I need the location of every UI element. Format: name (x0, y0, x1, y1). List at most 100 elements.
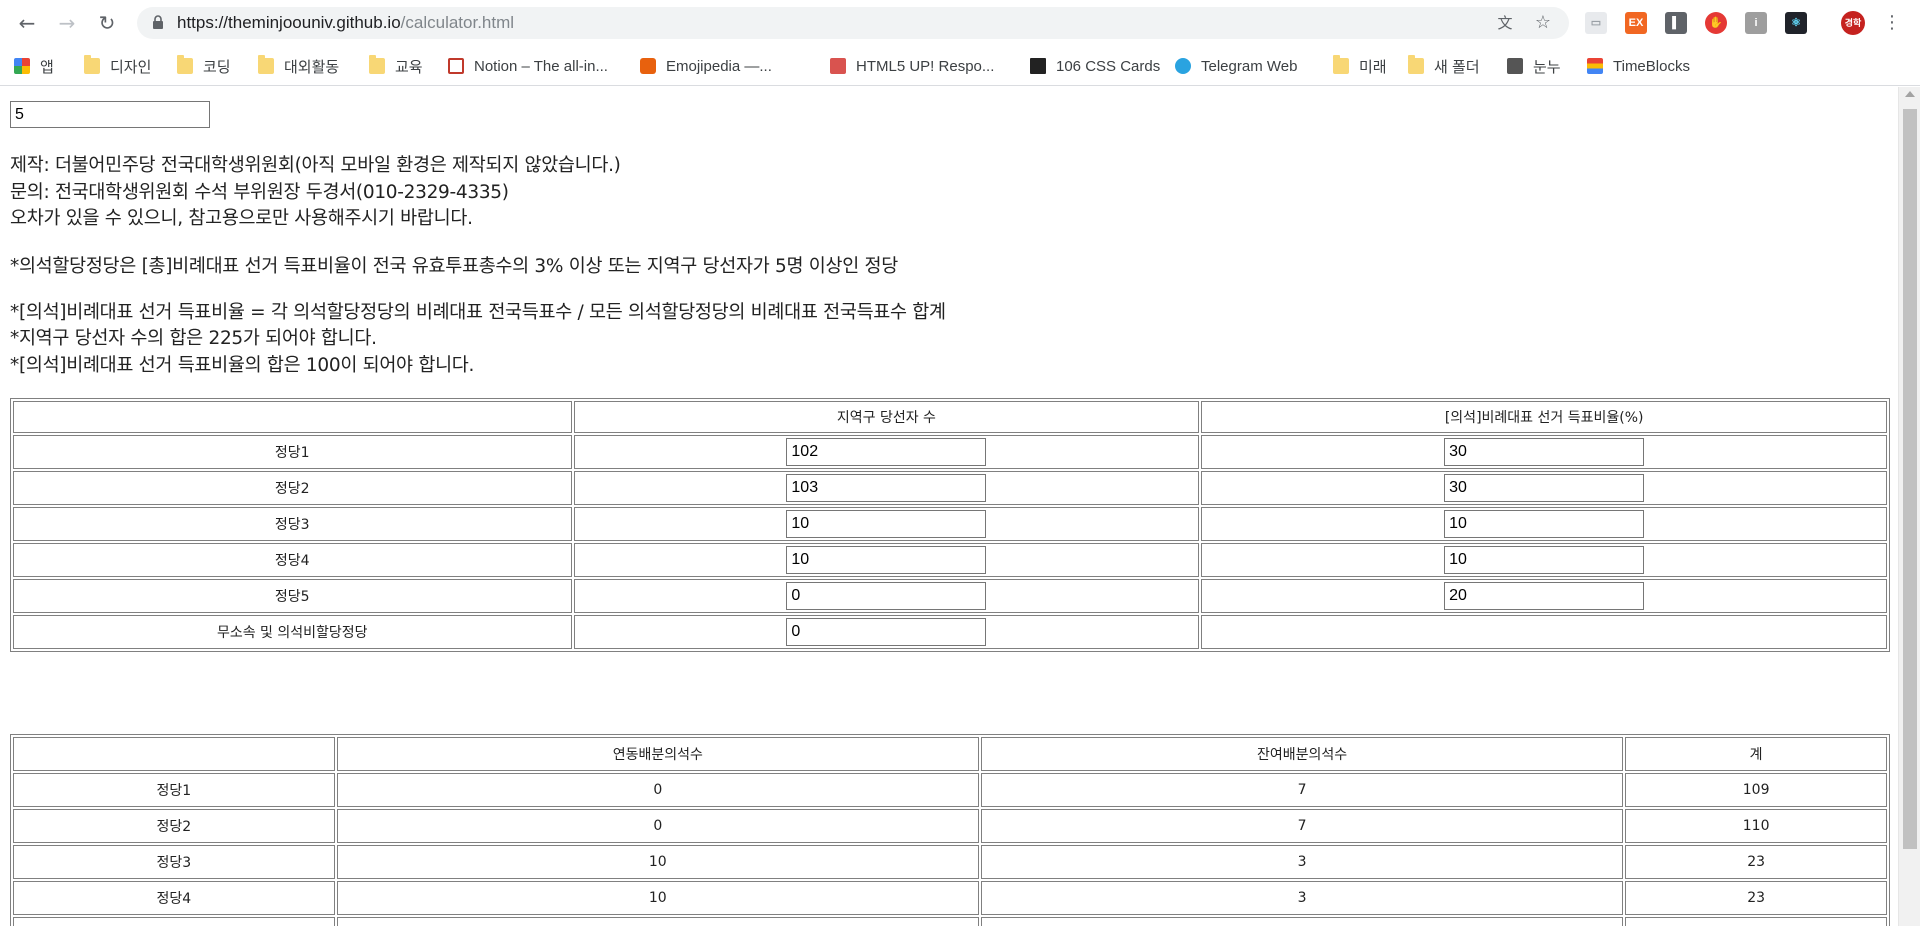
proportional-ratio-cell (1201, 543, 1887, 577)
party-name: 정당3 (13, 845, 335, 879)
bookmark-star-icon[interactable]: ☆ (1531, 11, 1555, 35)
bookmark-label: 코딩 (203, 58, 231, 76)
lock-icon (153, 15, 163, 29)
total-seats: 23 (1625, 881, 1887, 915)
bookmark-item[interactable]: TimeBlocks (1587, 54, 1690, 78)
bookmark-label: Notion – The all-in... (474, 57, 608, 75)
table-header-row: 지역구 당선자 수 [의석]비례대표 선거 득표비율(%) (13, 401, 1887, 433)
ex-extension-icon[interactable]: EX (1625, 12, 1647, 34)
credit-line: 제작: 더불어민주당 전국대학생위원회(아직 모바일 환경은 제작되지 않았습니… (10, 155, 621, 176)
react-devtools-icon[interactable]: ⚛ (1785, 12, 1807, 34)
folder-icon (84, 55, 100, 74)
seat-result-table: 연동배분의석수 잔여배분의석수 계 정당1 0 7 109 정당2 0 7 110 정당3 10 3 23 정… (10, 734, 1890, 926)
emojipedia-icon (640, 58, 656, 74)
party-name: 무소속 및 의석비할당정당 (13, 615, 572, 649)
column-header (13, 737, 335, 771)
district-winners-input[interactable] (786, 438, 987, 466)
css-cards-icon (1030, 58, 1046, 74)
empty-cell (1201, 615, 1887, 649)
party-name: 정당5 (13, 579, 572, 613)
ratio-sum-note: *[의석]비례대표 선거 득표비율의 합은 100이 되어야 합니다. (10, 355, 475, 376)
folder-icon (258, 55, 274, 74)
bookmark-item[interactable]: HTML5 UP! Respo... (830, 54, 994, 78)
district-winners-cell (573, 615, 1200, 649)
party-name: 정당2 (13, 471, 572, 505)
remaining-seats: 7 (980, 809, 1624, 843)
bookmark-item[interactable]: 새 폴더 (1408, 54, 1480, 78)
profile-avatar[interactable]: 경학 (1841, 11, 1865, 35)
folder-icon (177, 55, 193, 74)
table-row: 무소속 및 의석비할당정당 (13, 615, 1887, 649)
bookmark-label: 대외활동 (284, 58, 340, 76)
district-winners-input[interactable] (786, 546, 987, 574)
bookmark-label: Telegram Web (1201, 57, 1298, 75)
proportional-ratio-input[interactable] (1444, 474, 1645, 502)
total-seats: 110 (1625, 809, 1887, 843)
bookmark-item[interactable]: Telegram Web (1175, 54, 1297, 78)
page-scrollbar[interactable] (1898, 87, 1920, 926)
bookmark-item[interactable]: 앱 (14, 54, 54, 78)
party-name: 정당4 (13, 881, 335, 915)
remaining-seats: 3 (980, 881, 1624, 915)
proportional-ratio-input[interactable] (1444, 582, 1645, 610)
url-host: https://theminjoouniv.github.io (177, 13, 401, 32)
linked-seats: 10 (336, 845, 979, 879)
column-header: 계 (1625, 737, 1887, 771)
bookmark-label: 106 CSS Cards (1056, 57, 1161, 75)
scroll-thumb[interactable] (1903, 109, 1917, 849)
bookmark-label: 디자인 (110, 58, 152, 76)
back-arrow-icon[interactable]: ← (14, 10, 40, 36)
timeblocks-icon (1587, 58, 1603, 74)
adblock-hand-icon[interactable]: ✋ (1705, 12, 1727, 34)
table-row: 정당3 10 3 23 (13, 845, 1887, 879)
table-cell (980, 917, 1624, 926)
district-winners-input[interactable] (786, 582, 987, 610)
bookmark-label: TimeBlocks (1613, 57, 1690, 75)
folder-icon (369, 55, 385, 74)
table-cell (13, 917, 335, 926)
bookmark-item[interactable]: 디자인 (84, 54, 151, 78)
cast-extension-icon[interactable]: ▭ (1585, 12, 1607, 34)
bookmark-item[interactable]: 눈누 (1507, 54, 1561, 78)
district-winners-input[interactable] (786, 474, 987, 502)
column-header: [의석]비례대표 선거 득표비율(%) (1201, 401, 1887, 433)
table-row: 정당1 (13, 435, 1887, 469)
column-header (13, 401, 572, 433)
translate-icon[interactable]: 文 (1493, 11, 1517, 35)
address-bar[interactable]: https://theminjoouniv.github.io/calculat… (137, 7, 1569, 39)
table-cell (336, 917, 979, 926)
notion-icon (448, 58, 464, 74)
url-path: /calculator.html (400, 13, 515, 32)
proportional-ratio-input[interactable] (1444, 438, 1645, 466)
menu-kebab-icon[interactable]: ⋮ (1879, 10, 1905, 36)
district-winners-input[interactable] (786, 510, 987, 538)
proportional-ratio-input[interactable] (1444, 546, 1645, 574)
noonnu-icon (1507, 58, 1523, 74)
bar-extension-icon[interactable]: ▌ (1665, 12, 1687, 34)
bookmark-item[interactable]: 교육 (369, 54, 423, 78)
district-winners-cell (573, 543, 1200, 577)
bookmark-label: 눈누 (1533, 58, 1561, 76)
bookmark-item[interactable]: Notion – The all-in... (448, 54, 608, 78)
forward-arrow-icon[interactable]: → (54, 10, 80, 36)
linked-seats: 0 (336, 773, 979, 807)
bookmark-item[interactable]: 106 CSS Cards (1030, 54, 1160, 78)
bookmark-label: HTML5 UP! Respo... (856, 57, 995, 75)
district-winners-input[interactable] (786, 618, 987, 646)
contact-line: 문의: 전국대학생위원회 수석 부위원장 두경서(010-2329-4335) (10, 182, 509, 203)
bookmark-item[interactable]: Emojipedia —... (640, 54, 772, 78)
proportional-ratio-input[interactable] (1444, 510, 1645, 538)
table-row: 정당5 (13, 579, 1887, 613)
apps-grid-icon (14, 58, 30, 74)
proportional-ratio-cell (1201, 579, 1887, 613)
reload-icon[interactable]: ↻ (94, 10, 120, 36)
column-header: 연동배분의석수 (336, 737, 979, 771)
bookmark-item[interactable]: 대외활동 (258, 54, 339, 78)
table-row: 정당3 (13, 507, 1887, 541)
total-seats-input[interactable] (10, 101, 210, 128)
party-name: 정당4 (13, 543, 572, 577)
scroll-up-arrow-icon[interactable] (1905, 91, 1915, 97)
info-extension-icon[interactable]: i (1745, 12, 1767, 34)
bookmark-item[interactable]: 코딩 (177, 54, 231, 78)
bookmark-item[interactable]: 미래 (1333, 54, 1387, 78)
